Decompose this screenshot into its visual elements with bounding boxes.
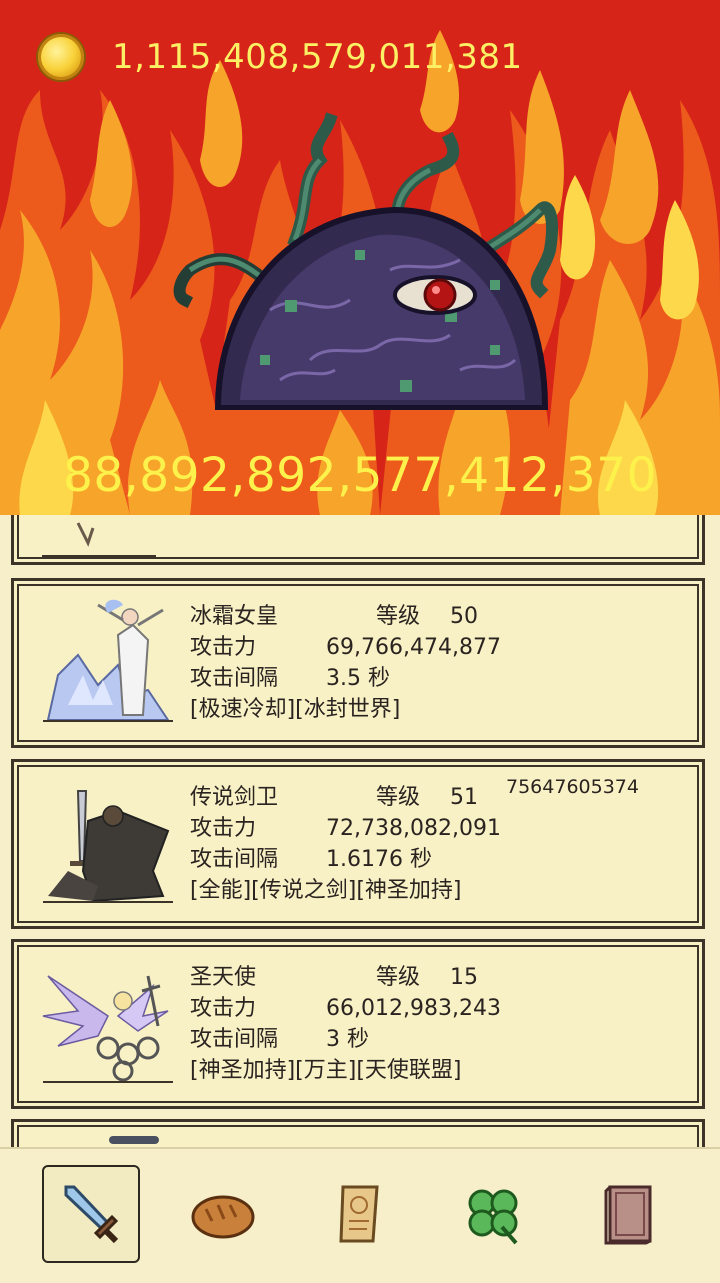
interval-label: 攻击间隔 [190, 1027, 279, 1052]
battle-area[interactable]: 1,115,408,579,011,381 88,892,892,577,412… [0, 0, 720, 515]
nav-book-button[interactable] [580, 1165, 678, 1263]
hero-interval: 3.5 [326, 666, 361, 691]
ice-queen-portrait [43, 599, 173, 722]
hero-level: 51 [450, 785, 478, 810]
hero-attack: 66,012,983,243 [326, 996, 501, 1021]
hero-attack: 69,766,474,877 [326, 635, 501, 660]
legend-swordguard-portrait [43, 790, 173, 903]
attack-label: 攻击力 [190, 816, 257, 841]
boss-monster[interactable] [160, 110, 560, 410]
hero-attack: 72,738,082,091 [326, 816, 501, 841]
hero-damage-badge: 75647605374 [506, 776, 639, 798]
nav-heroes-button[interactable] [42, 1165, 140, 1263]
hero-tags: [极速冷却][冰封世界] [190, 697, 401, 722]
hero-card[interactable]: 冰霜女皇 等级 50 攻击力 69,766,474,877 攻击间隔 3.5 秒… [11, 578, 705, 748]
hero-card[interactable]: 传说剑卫 等级 51 攻击力 72,738,082,091 攻击间隔 1.617… [11, 759, 705, 929]
hero-tags: [神圣加持][万主][天使联盟] [190, 1058, 462, 1083]
hero-interval: 3 [326, 1027, 340, 1052]
hero-list[interactable]: 冰霜女皇 等级 50 攻击力 69,766,474,877 攻击间隔 3.5 秒… [0, 515, 720, 1147]
hero-card-partial-bottom[interactable] [11, 1119, 705, 1147]
seconds-unit: 秒 [347, 1027, 370, 1052]
clover-icon [468, 1189, 518, 1245]
seraph-portrait [42, 975, 173, 1083]
hero-name: 冰霜女皇 [190, 604, 279, 629]
hero-portrait-partial [42, 522, 156, 557]
seconds-unit: 秒 [409, 847, 432, 872]
nav-clover-button[interactable] [444, 1165, 542, 1263]
scroll-icon [339, 1185, 379, 1243]
hero-card-partial-top[interactable] [11, 515, 705, 565]
sword-icon [64, 1185, 119, 1244]
level-label: 等级 [376, 604, 421, 629]
attack-label: 攻击力 [190, 996, 257, 1021]
attack-label: 攻击力 [190, 635, 257, 660]
hero-level: 15 [450, 965, 478, 990]
bread-icon [191, 1195, 255, 1239]
boss-health-value: 88,892,892,577,412,370 [62, 448, 658, 503]
hero-tags: [全能][传说之剑][神圣加持] [190, 878, 462, 903]
hero-portrait-partial [109, 1136, 159, 1144]
level-label: 等级 [376, 965, 421, 990]
hero-name: 圣天使 [190, 965, 257, 990]
hero-interval: 1.6176 [326, 847, 403, 872]
level-label: 等级 [376, 785, 421, 810]
hero-card[interactable]: 圣天使 等级 15 攻击力 66,012,983,243 攻击间隔 3 秒 [神… [11, 939, 705, 1109]
nav-scroll-button[interactable] [311, 1165, 409, 1263]
hero-level: 50 [450, 604, 478, 629]
bottom-nav [0, 1147, 720, 1283]
coin-amount: 1,115,408,579,011,381 [112, 37, 523, 77]
book-icon [604, 1185, 652, 1245]
coin-counter: 1,115,408,579,011,381 [38, 32, 523, 82]
hero-name: 传说剑卫 [190, 785, 279, 810]
interval-label: 攻击间隔 [190, 847, 279, 872]
gold-coin-icon [38, 34, 84, 80]
seconds-unit: 秒 [368, 666, 391, 691]
interval-label: 攻击间隔 [190, 666, 279, 691]
nav-bread-button[interactable] [174, 1165, 272, 1263]
